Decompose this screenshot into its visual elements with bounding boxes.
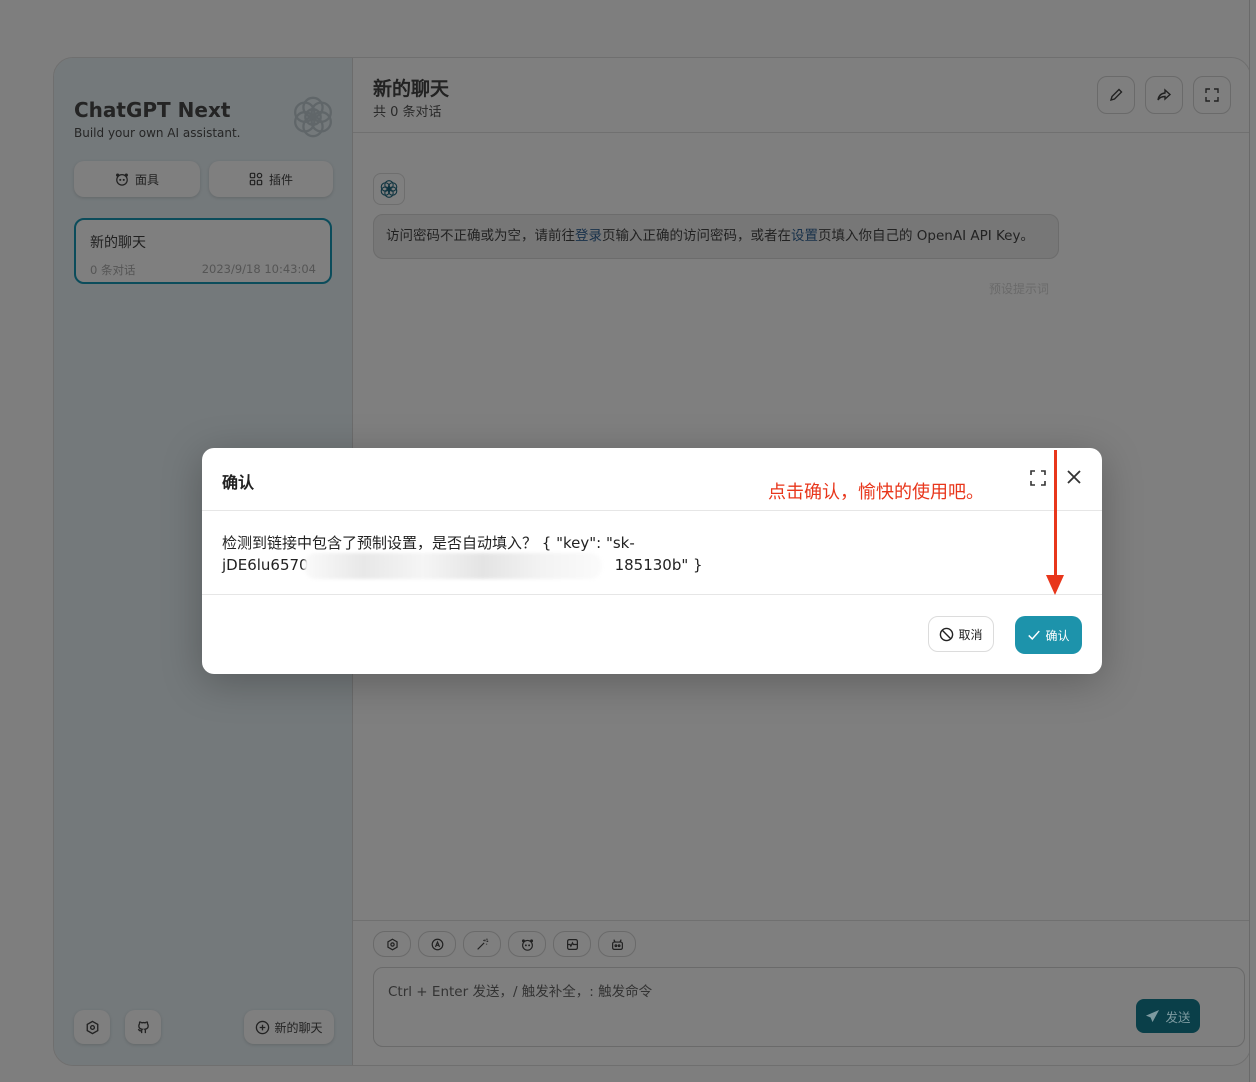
mask-button-label: 面具 [134, 172, 159, 187]
message-text: 页填入你自己的 OpenAI API Key。 [818, 228, 1034, 244]
login-link[interactable]: 登录 [575, 228, 602, 244]
maximize-icon[interactable] [1028, 468, 1048, 488]
chat-item-title: 新的聊天 [90, 235, 146, 251]
chat-input-placeholder: Ctrl + Enter 发送，/ 触发补全，: 触发命令 [388, 984, 653, 1000]
send-label: 发送 [1165, 1009, 1191, 1025]
plugin-button[interactable]: 插件 [209, 161, 333, 197]
share-icon [1157, 88, 1172, 101]
break-icon [566, 938, 578, 950]
input-toolbar [373, 931, 636, 957]
gear-icon [86, 1020, 98, 1034]
chat-item-count: 0 条对话 [90, 263, 136, 277]
settings-link[interactable]: 设置 [791, 228, 818, 244]
redaction-blur [304, 553, 602, 579]
openai-logo-icon [294, 96, 332, 138]
pencil-icon [1109, 88, 1123, 102]
chat-settings-tool[interactable] [373, 931, 411, 957]
gear-icon [386, 938, 398, 950]
bot-avatar [373, 173, 405, 205]
github-icon [137, 1020, 149, 1033]
edit-button[interactable] [1097, 76, 1135, 114]
confirm-label: 确认 [1045, 628, 1070, 643]
expand-icon [1205, 88, 1219, 102]
plugin-button-label: 插件 [268, 172, 293, 187]
key-visible-start: jDE6lu6570 [222, 556, 309, 574]
cancel-icon [940, 627, 954, 641]
annotation-text: 点击确认，愉快的使用吧。 [768, 482, 984, 503]
bot-message: 访问密码不正确或为空，请前往登录页输入正确的访问密码，或者在设置页填入你自己的 … [373, 214, 1059, 259]
modal-body-line-1: 检测到链接中包含了预制设置，是否自动填入？ { "key": "sk- [222, 534, 635, 552]
key-visible-end: 185130b" } [614, 556, 703, 574]
new-chat-button[interactable]: 新的聊天 [244, 1010, 334, 1044]
cancel-label: 取消 [958, 627, 983, 642]
new-chat-label: 新的聊天 [274, 1020, 323, 1035]
brand-title: ChatGPT Next [74, 98, 231, 122]
message-hint: 预设提示词 [989, 282, 1050, 296]
share-button[interactable] [1145, 76, 1183, 114]
window-edge [1249, 0, 1256, 1082]
brand-subtitle: Build your own AI assistant. [74, 126, 241, 140]
chat-item-time: 2023/9/18 10:43:04 [201, 262, 316, 276]
mask-tool[interactable] [508, 931, 546, 957]
openai-avatar-icon [380, 180, 398, 198]
auto-theme-icon [431, 938, 443, 950]
mask-icon [521, 938, 533, 951]
confirm-modal: 确认 点击确认，愉快的使用吧。 检测到链接中包含了预制设置，是否自动填入？ { … [202, 448, 1102, 674]
check-icon [1028, 630, 1041, 641]
chat-header: 新的聊天 共 0 条对话 [353, 58, 1250, 133]
message-text: 访问密码不正确或为空，请前往 [386, 228, 575, 244]
plus-circle-icon [256, 1020, 270, 1034]
chat-title: 新的聊天 [373, 78, 450, 100]
github-button[interactable] [125, 1010, 161, 1044]
fullscreen-button[interactable] [1193, 76, 1231, 114]
modal-divider [202, 594, 1102, 595]
settings-button[interactable] [74, 1010, 110, 1044]
model-tool[interactable] [598, 931, 636, 957]
cancel-button[interactable]: 取消 [928, 616, 994, 652]
chat-subtitle: 共 0 条对话 [373, 105, 442, 120]
prompt-tool[interactable] [463, 931, 501, 957]
mask-button[interactable]: 面具 [74, 161, 200, 197]
confirm-button[interactable]: 确认 [1015, 616, 1082, 654]
magic-wand-icon [476, 937, 488, 950]
theme-tool[interactable] [418, 931, 456, 957]
close-icon[interactable] [1064, 467, 1084, 487]
robot-icon [611, 938, 623, 950]
mask-icon [116, 173, 128, 186]
modal-header: 确认 点击确认，愉快的使用吧。 [202, 448, 1102, 511]
annotation-arrow-head [1046, 575, 1064, 595]
clear-context-tool[interactable] [553, 931, 591, 957]
send-icon [1146, 1009, 1160, 1022]
annotation-arrow-line [1054, 450, 1057, 578]
modal-title: 确认 [222, 473, 255, 492]
plugin-icon [249, 172, 263, 186]
send-button[interactable]: 发送 [1136, 999, 1200, 1033]
chat-input[interactable]: Ctrl + Enter 发送，/ 触发补全，: 触发命令 [373, 967, 1245, 1047]
input-area: Ctrl + Enter 发送，/ 触发补全，: 触发命令 发送 [353, 920, 1250, 1065]
message-text: 页输入正确的访问密码，或者在 [602, 228, 791, 244]
chat-list-item[interactable]: 新的聊天 0 条对话 2023/9/18 10:43:04 [74, 218, 332, 284]
